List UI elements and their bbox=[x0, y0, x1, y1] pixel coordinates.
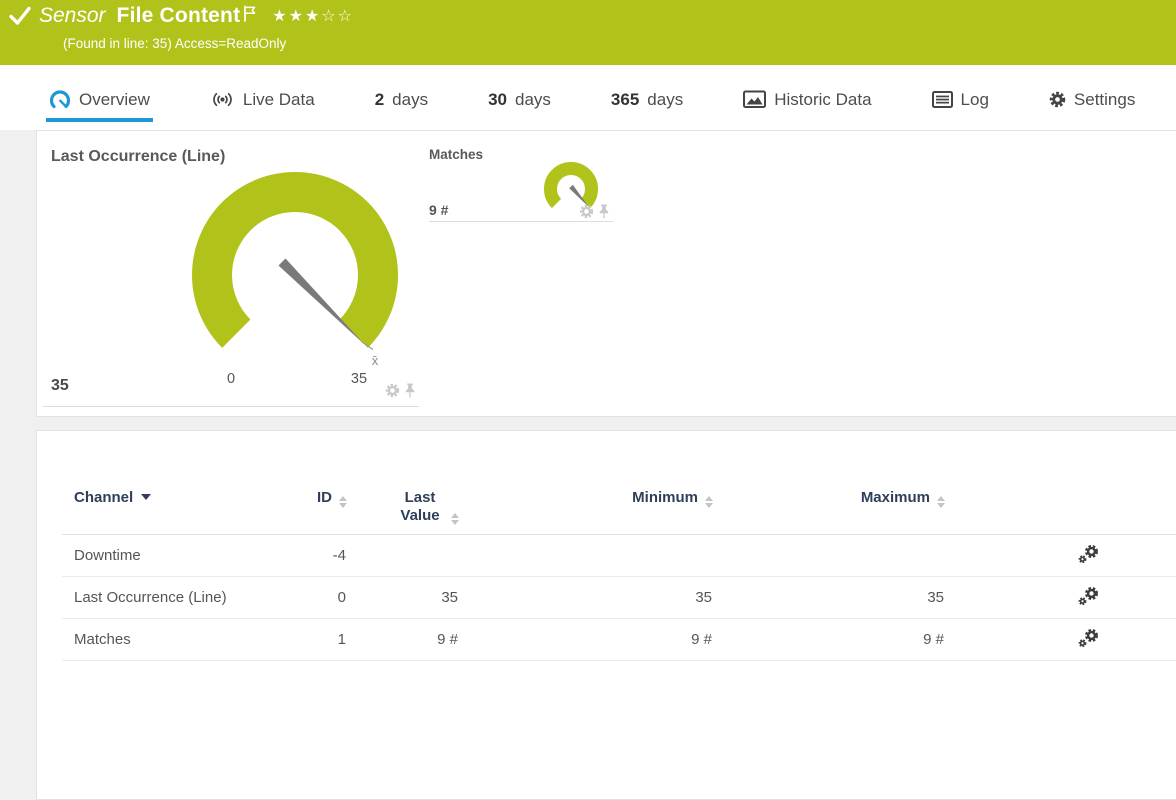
primary-gauge: x̄ 0 35 bbox=[192, 172, 398, 387]
gauge-cell-actions bbox=[385, 383, 415, 398]
column-header-channel[interactable]: Channel bbox=[62, 477, 262, 535]
pin-icon[interactable] bbox=[405, 383, 415, 398]
column-label: Maximum bbox=[860, 489, 930, 506]
tab-number: 30 bbox=[488, 89, 507, 109]
column-header-minimum[interactable]: Minimum bbox=[459, 477, 713, 535]
tab-label: Live Data bbox=[242, 89, 315, 109]
channel-table-header-row: Channel ID Last Value Minimum Maximum bbox=[62, 477, 1176, 535]
sort-desc-icon bbox=[141, 494, 152, 500]
tab-label: Settings bbox=[1073, 89, 1136, 109]
sensor-status-message: (Found in line: 35) Access=ReadOnly bbox=[63, 36, 287, 51]
tab-label: Overview bbox=[79, 89, 150, 109]
gauge-settings-gear-icon[interactable] bbox=[385, 383, 400, 398]
channel-id: -4 bbox=[332, 547, 346, 564]
channel-maximum: 35 bbox=[927, 589, 944, 606]
column-header-actions bbox=[945, 477, 1176, 535]
channel-name[interactable]: Matches bbox=[62, 619, 262, 661]
gear-icon bbox=[1049, 91, 1066, 108]
area-chart-icon bbox=[743, 90, 767, 109]
channel-actions-cell bbox=[945, 619, 1176, 661]
sensor-title-row: Sensor File Content ★★★☆☆ bbox=[8, 4, 354, 28]
gauge-icon bbox=[49, 89, 71, 110]
gauge-current-value: 9 # bbox=[429, 202, 449, 218]
tab-historic-data[interactable]: Historic Data bbox=[740, 81, 874, 122]
sort-icon bbox=[451, 513, 459, 525]
tab-label: days bbox=[392, 89, 429, 109]
sort-icon bbox=[705, 496, 713, 508]
channel-table: Channel ID Last Value Minimum Maximum Do… bbox=[62, 477, 1176, 661]
status-ok-check-icon bbox=[8, 4, 32, 28]
channel-last-value bbox=[347, 535, 459, 577]
column-header-last-value[interactable]: Last Value bbox=[347, 477, 459, 535]
channel-name[interactable]: Last Occurrence (Line) bbox=[62, 577, 262, 619]
sort-icon bbox=[937, 496, 945, 508]
tab-2-days[interactable]: 2 days bbox=[372, 81, 431, 122]
gauge-scale-min: 0 bbox=[227, 371, 235, 387]
gauge-title: Matches bbox=[429, 147, 484, 162]
tab-log[interactable]: Log bbox=[929, 81, 992, 122]
channel-minimum: 9 # bbox=[691, 631, 712, 648]
object-type-label: Sensor bbox=[39, 4, 106, 27]
gauge-cell-actions bbox=[579, 204, 609, 219]
channel-minimum bbox=[459, 535, 713, 577]
edit-channel-gears-icon[interactable] bbox=[1078, 586, 1100, 606]
channel-maximum: 9 # bbox=[923, 631, 944, 648]
matches-gauge-cell: Matches 9 # bbox=[429, 141, 613, 222]
live-broadcast-icon bbox=[210, 91, 235, 108]
gauge-settings-gear-icon[interactable] bbox=[579, 204, 594, 219]
table-row-last-occurrence: Last Occurrence (Line) 0 35 35 35 bbox=[62, 577, 1176, 619]
channel-id: 0 bbox=[337, 589, 346, 606]
sort-icon bbox=[339, 496, 347, 508]
tab-365-days[interactable]: 365 days bbox=[608, 81, 686, 122]
gauge-current-value: 35 bbox=[51, 377, 69, 394]
column-label: ID bbox=[317, 489, 332, 506]
gauge-average-marker: x̄ bbox=[372, 353, 379, 368]
sensor-header: Sensor File Content ★★★☆☆ (Found in line… bbox=[0, 0, 1176, 65]
tab-label: Historic Data bbox=[774, 89, 872, 109]
table-row-matches: Matches 1 9 # 9 # 9 # bbox=[62, 619, 1176, 661]
channels-panel: Channel ID Last Value Minimum Maximum Do… bbox=[36, 430, 1176, 800]
channel-last-value: 35 bbox=[441, 589, 458, 606]
channel-last-value: 9 # bbox=[437, 631, 458, 648]
edit-channel-gears-icon[interactable] bbox=[1078, 628, 1100, 648]
tab-live-data[interactable]: Live Data bbox=[207, 81, 318, 122]
channel-maximum bbox=[713, 535, 945, 577]
tab-number: 365 bbox=[610, 89, 640, 109]
tab-settings[interactable]: Settings bbox=[1046, 81, 1138, 122]
tab-label: days bbox=[647, 89, 684, 109]
tab-label: days bbox=[515, 89, 551, 109]
column-label: Last Value bbox=[400, 489, 440, 524]
tab-30-days[interactable]: 30 days bbox=[485, 81, 554, 122]
channel-name[interactable]: Downtime bbox=[62, 535, 262, 577]
priority-flag-icon[interactable] bbox=[243, 5, 257, 22]
channel-minimum: 35 bbox=[695, 589, 712, 606]
table-row-downtime: Downtime -4 bbox=[62, 535, 1176, 577]
column-label: Minimum bbox=[632, 489, 698, 506]
channel-actions-cell bbox=[945, 577, 1176, 619]
gauge-needle bbox=[278, 258, 365, 345]
content-area: Last Occurrence (Line) x̄ 0 35 35 Matche bbox=[0, 130, 1176, 800]
channel-actions-cell bbox=[945, 535, 1176, 577]
log-list-icon bbox=[931, 91, 953, 108]
gauges-panel: Last Occurrence (Line) x̄ 0 35 35 Matche bbox=[36, 130, 1176, 417]
tab-bar: Overview Live Data 2 days 30 days 365 da… bbox=[0, 65, 1176, 130]
column-header-maximum[interactable]: Maximum bbox=[713, 477, 945, 535]
tab-overview[interactable]: Overview bbox=[46, 81, 153, 122]
gauge-scale-max: 35 bbox=[351, 371, 367, 387]
edit-channel-gears-icon[interactable] bbox=[1078, 544, 1100, 564]
tab-number: 2 bbox=[374, 89, 385, 109]
channel-id: 1 bbox=[337, 631, 346, 648]
page-title: File Content bbox=[116, 4, 241, 27]
column-header-id[interactable]: ID bbox=[262, 477, 347, 535]
column-label: Channel bbox=[74, 489, 134, 506]
gauge-title: Last Occurrence (Line) bbox=[51, 148, 226, 165]
tab-label: Log bbox=[960, 89, 989, 109]
primary-channel-gauge-cell: Last Occurrence (Line) x̄ 0 35 35 bbox=[43, 131, 419, 407]
priority-stars-rating[interactable]: ★★★☆☆ bbox=[272, 6, 354, 25]
pin-icon[interactable] bbox=[599, 204, 609, 219]
